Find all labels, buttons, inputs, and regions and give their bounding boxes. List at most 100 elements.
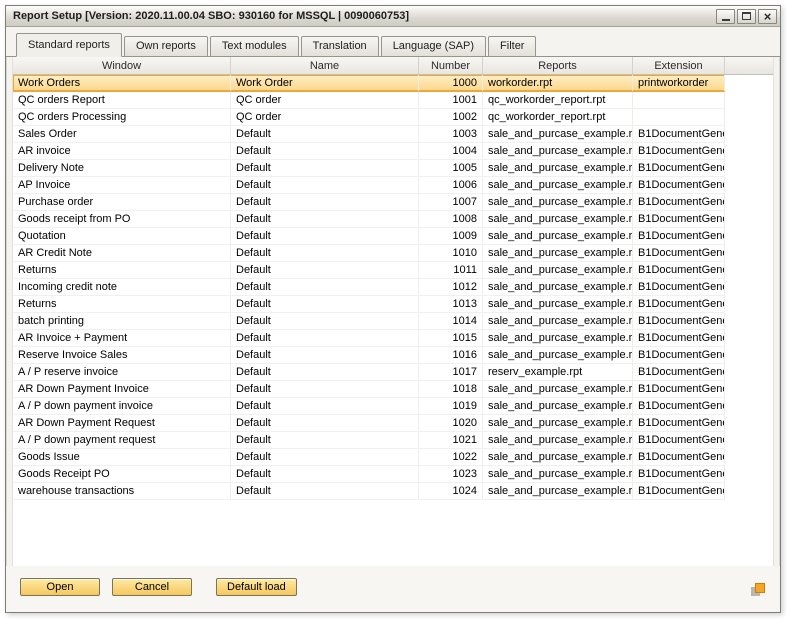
table-row[interactable]: Quotation Default 1009 sale_and_purcase_… [13, 228, 725, 245]
table-row[interactable]: AR invoice Default 1004 sale_and_purcase… [13, 143, 725, 160]
cell-number: 1013 [419, 296, 483, 312]
table-row[interactable]: QC orders Processing QC order 1002 qc_wo… [13, 109, 725, 126]
close-button[interactable] [758, 9, 777, 24]
cell-report: sale_and_purcase_example.rpt [483, 415, 633, 431]
cell-report: sale_and_purcase_example.rpt [483, 296, 633, 312]
cell-name: Default [231, 364, 419, 380]
default-load-button[interactable]: Default load [216, 578, 297, 596]
cell-name: Work Order [231, 75, 419, 91]
cell-extension: B1DocumentGener [633, 194, 725, 210]
column-header-filler [725, 57, 773, 74]
tab-text-modules[interactable]: Text modules [210, 36, 299, 56]
cell-number: 1009 [419, 228, 483, 244]
cell-extension: B1DocumentGener [633, 330, 725, 346]
cell-report: sale_and_purcase_example.rpt [483, 262, 633, 278]
table-header: Window Name Number Reports Extension [13, 57, 773, 75]
tab-filter[interactable]: Filter [488, 36, 536, 56]
column-header-window[interactable]: Window [13, 57, 231, 74]
cell-number: 1015 [419, 330, 483, 346]
cell-number: 1021 [419, 432, 483, 448]
cell-name: Default [231, 296, 419, 312]
table-row[interactable]: Delivery Note Default 1005 sale_and_purc… [13, 160, 725, 177]
table-row[interactable]: Returns Default 1013 sale_and_purcase_ex… [13, 296, 725, 313]
cell-name: Default [231, 177, 419, 193]
tab-label: Standard reports [28, 39, 110, 51]
table-row[interactable]: Reserve Invoice Sales Default 1016 sale_… [13, 347, 725, 364]
cell-report: qc_workorder_report.rpt [483, 92, 633, 108]
cell-extension: B1DocumentGener [633, 143, 725, 159]
cell-window: Work Orders [13, 75, 231, 91]
table-row[interactable]: AR Invoice + Payment Default 1015 sale_a… [13, 330, 725, 347]
cell-report: sale_and_purcase_example.rpt [483, 449, 633, 465]
cell-extension: B1DocumentGener [633, 398, 725, 414]
cell-extension: B1DocumentGener [633, 313, 725, 329]
resize-grip-icon[interactable] [750, 582, 766, 598]
tab-translation[interactable]: Translation [301, 36, 379, 56]
table-row[interactable]: Work Orders Work Order 1000 workorder.rp… [13, 75, 725, 92]
cancel-button[interactable]: Cancel [112, 578, 192, 596]
table-row[interactable]: QC orders Report QC order 1001 qc_workor… [13, 92, 725, 109]
table-row[interactable]: Goods Receipt PO Default 1023 sale_and_p… [13, 466, 725, 483]
cell-name: QC order [231, 92, 419, 108]
cell-name: Default [231, 483, 419, 499]
table-row[interactable]: AR Credit Note Default 1010 sale_and_pur… [13, 245, 725, 262]
cell-report: sale_and_purcase_example.rpt [483, 177, 633, 193]
table-row[interactable]: AR Down Payment Invoice Default 1018 sal… [13, 381, 725, 398]
table-row[interactable]: A / P down payment request Default 1021 … [13, 432, 725, 449]
cell-report: sale_and_purcase_example.rpt [483, 381, 633, 397]
table-row[interactable]: warehouse transactions Default 1024 sale… [13, 483, 725, 500]
table-row[interactable]: Sales Order Default 1003 sale_and_purcas… [13, 126, 725, 143]
table-row[interactable]: Incoming credit note Default 1012 sale_a… [13, 279, 725, 296]
minimize-button[interactable] [716, 9, 735, 24]
open-button[interactable]: Open [20, 578, 100, 596]
cell-extension: B1DocumentGener [633, 262, 725, 278]
cell-number: 1019 [419, 398, 483, 414]
cell-window: Goods Issue [13, 449, 231, 465]
tab-language-sap[interactable]: Language (SAP) [381, 36, 486, 56]
table-row[interactable]: Purchase order Default 1007 sale_and_pur… [13, 194, 725, 211]
table-row[interactable]: AP Invoice Default 1006 sale_and_purcase… [13, 177, 725, 194]
tab-standard-reports[interactable]: Standard reports [16, 33, 122, 57]
reports-table: Window Name Number Reports Extension Wor… [12, 57, 774, 566]
cell-number: 1004 [419, 143, 483, 159]
cell-window: Goods Receipt PO [13, 466, 231, 482]
table-row[interactable]: Returns Default 1011 sale_and_purcase_ex… [13, 262, 725, 279]
cell-extension: printworkorder [633, 75, 725, 91]
cell-name: Default [231, 381, 419, 397]
maximize-button[interactable] [737, 9, 756, 24]
cell-report: sale_and_purcase_example.rpt [483, 160, 633, 176]
table-row[interactable]: AR Down Payment Request Default 1020 sal… [13, 415, 725, 432]
cell-report: sale_and_purcase_example.rpt [483, 398, 633, 414]
tab-label: Own reports [136, 40, 196, 52]
cell-window: AR invoice [13, 143, 231, 159]
cell-window: A / P reserve invoice [13, 364, 231, 380]
cell-name: Default [231, 398, 419, 414]
column-header-name[interactable]: Name [231, 57, 419, 74]
cell-name: Default [231, 279, 419, 295]
cell-number: 1006 [419, 177, 483, 193]
close-icon [764, 10, 772, 23]
table-row[interactable]: A / P reserve invoice Default 1017 reser… [13, 364, 725, 381]
table-row[interactable]: batch printing Default 1014 sale_and_pur… [13, 313, 725, 330]
cell-extension: B1DocumentGener [633, 296, 725, 312]
titlebar[interactable]: Report Setup [Version: 2020.11.00.04 SBO… [6, 6, 780, 27]
table-row[interactable]: Goods Issue Default 1022 sale_and_purcas… [13, 449, 725, 466]
cell-number: 1014 [419, 313, 483, 329]
cell-extension: B1DocumentGener [633, 432, 725, 448]
cell-extension: B1DocumentGener [633, 279, 725, 295]
column-header-number[interactable]: Number [419, 57, 483, 74]
cell-number: 1005 [419, 160, 483, 176]
table-row[interactable]: Goods receipt from PO Default 1008 sale_… [13, 211, 725, 228]
table-row[interactable]: A / P down payment invoice Default 1019 … [13, 398, 725, 415]
tab-own-reports[interactable]: Own reports [124, 36, 208, 56]
column-header-reports[interactable]: Reports [483, 57, 633, 74]
tabstrip: Standard reports Own reports Text modules T… [6, 27, 780, 57]
column-header-extension[interactable]: Extension [633, 57, 725, 74]
cell-number: 1020 [419, 415, 483, 431]
cell-number: 1002 [419, 109, 483, 125]
cell-name: Default [231, 313, 419, 329]
cell-report: sale_and_purcase_example.rpt [483, 228, 633, 244]
cell-number: 1001 [419, 92, 483, 108]
cell-number: 1017 [419, 364, 483, 380]
tab-label: Translation [313, 40, 367, 52]
